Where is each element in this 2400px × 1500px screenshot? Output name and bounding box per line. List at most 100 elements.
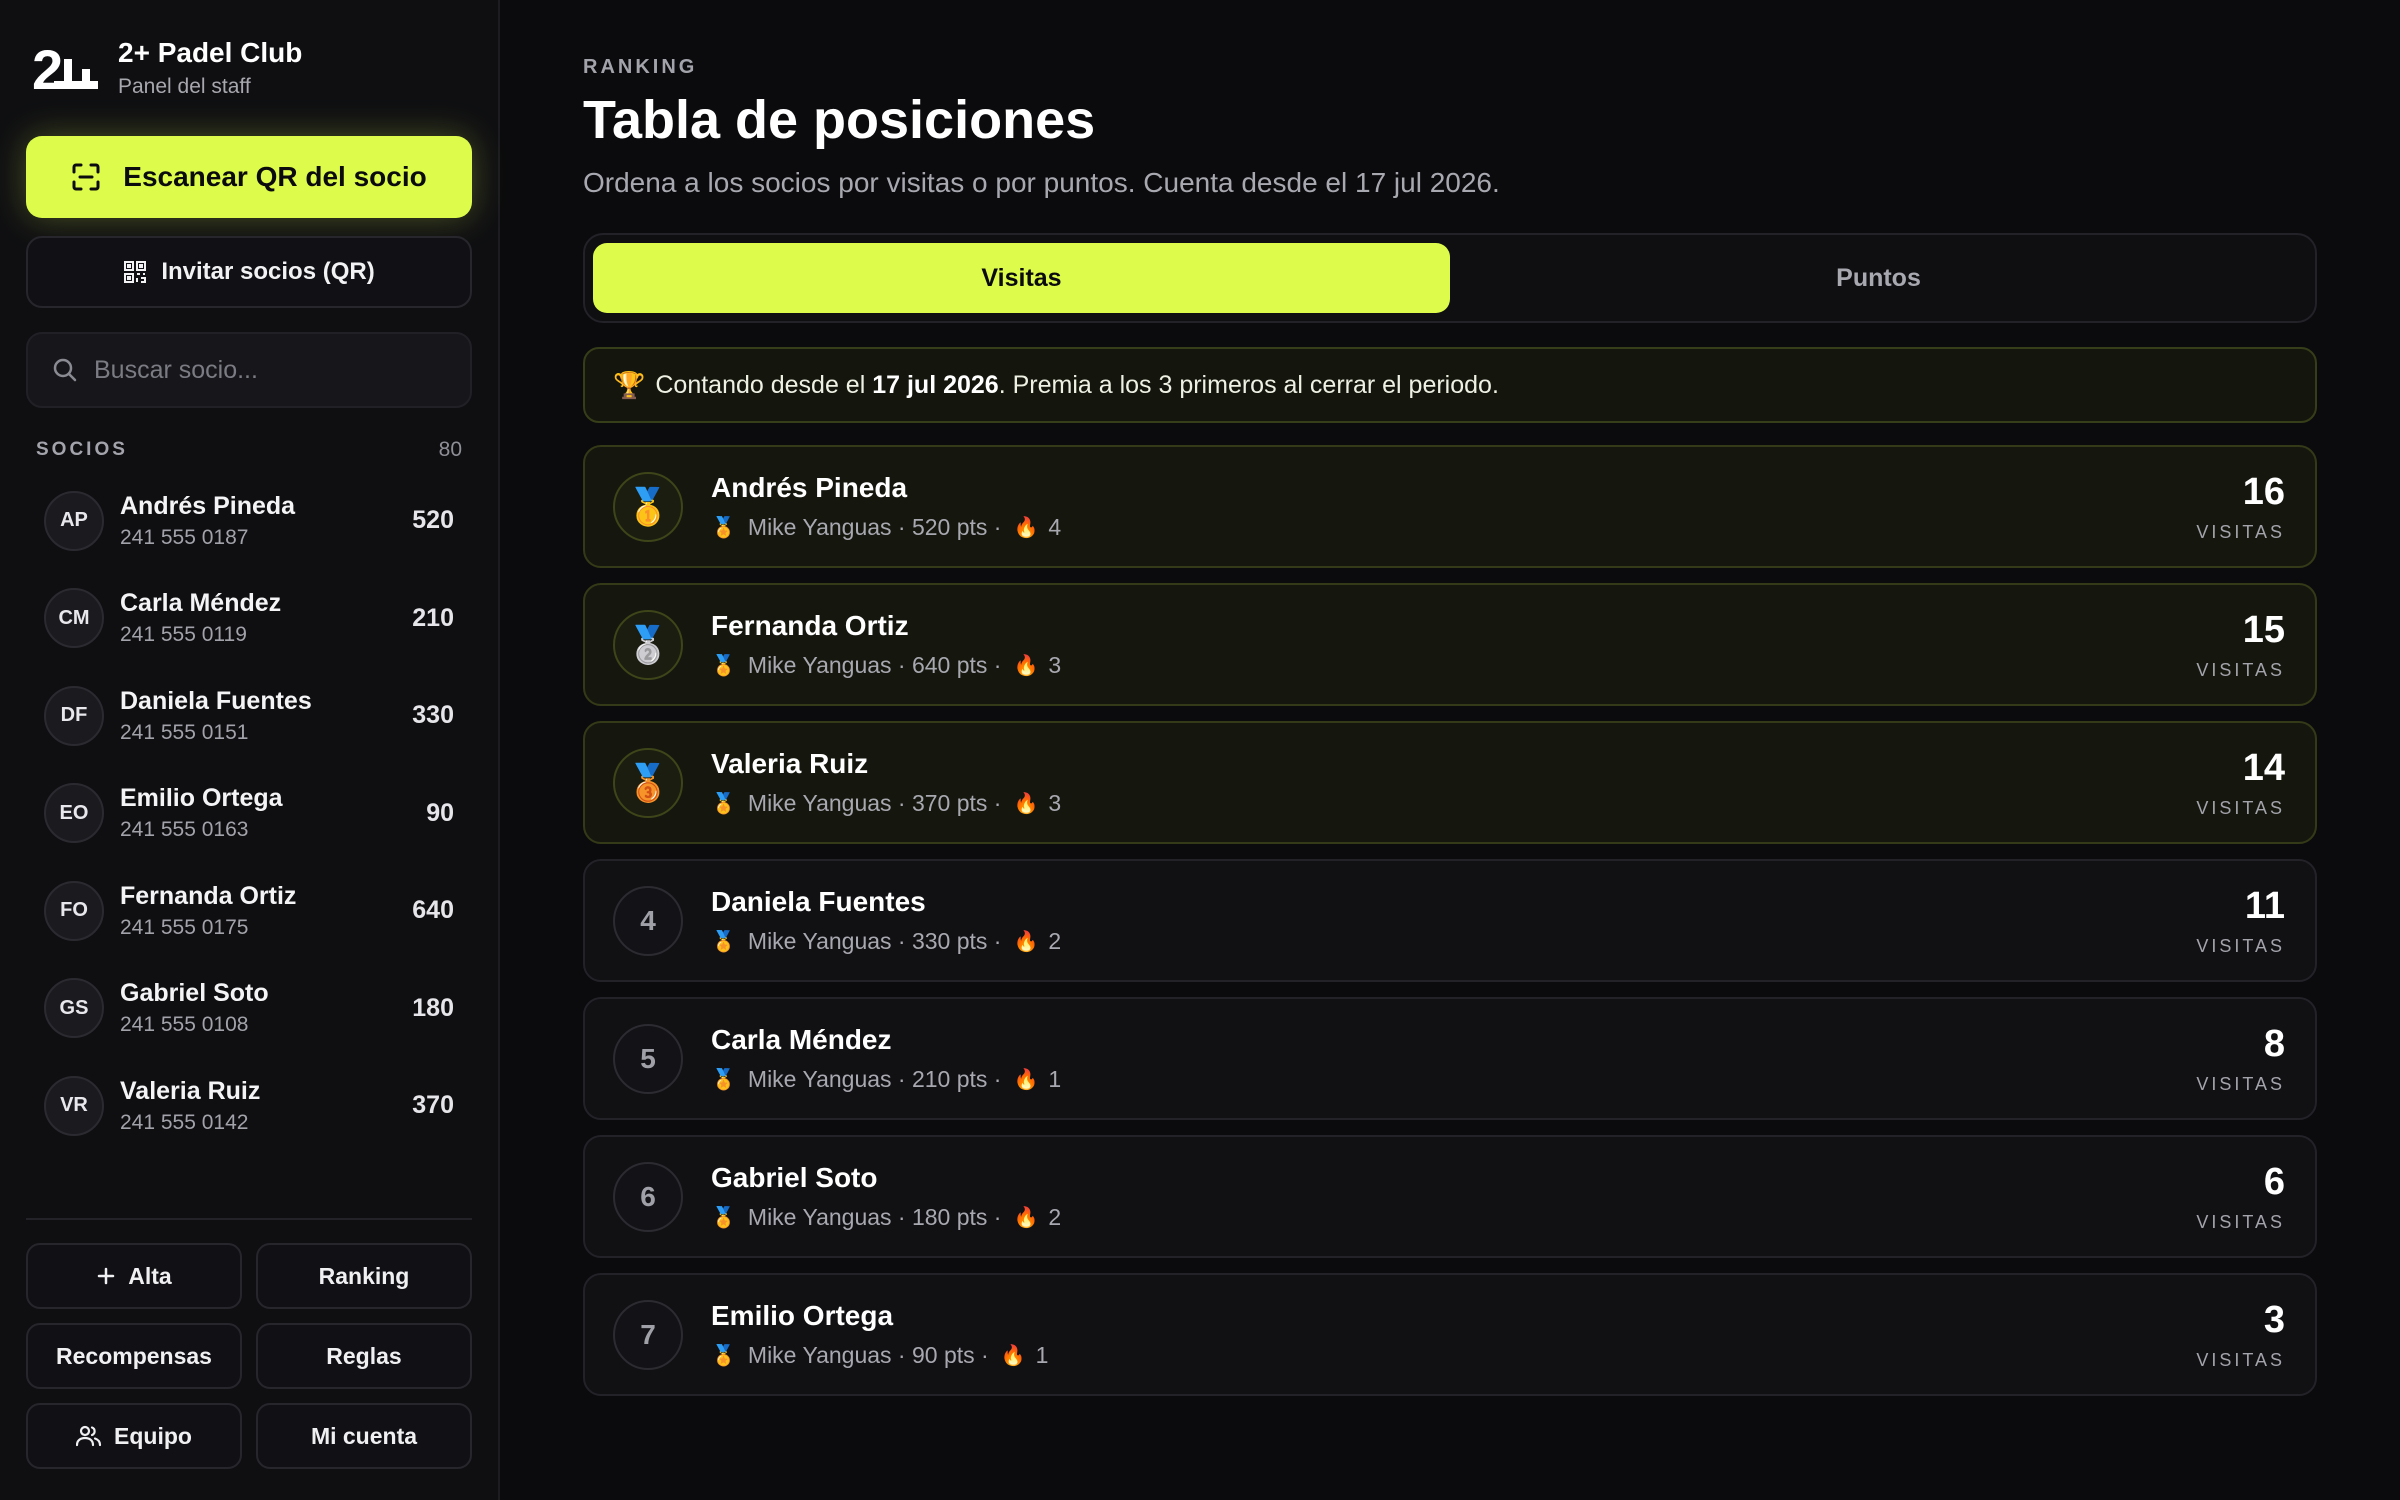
rank-streak: 1 <box>1035 1342 1049 1368</box>
member-list-item[interactable]: FO Fernanda Ortiz 241 555 0175 640 <box>26 862 472 960</box>
rank-info: Gabriel Soto 🏅 Mike Yanguas · 180 pts · … <box>711 1162 2196 1231</box>
rank-position: 7 <box>613 1299 683 1370</box>
rank-score: 16 VISITAS <box>2196 471 2285 543</box>
scan-icon <box>72 163 100 191</box>
visit-unit: VISITAS <box>2196 1073 2285 1094</box>
member-phone: 241 555 0119 <box>120 623 247 647</box>
member-points: 640 <box>412 896 454 925</box>
ranking-button[interactable]: Ranking <box>256 1243 472 1309</box>
member-info: Carla Méndez 241 555 0119 <box>120 589 412 647</box>
visit-unit: VISITAS <box>2196 1349 2285 1370</box>
ranking-row[interactable]: 5 Carla Méndez 🏅 Mike Yanguas · 210 pts … <box>583 997 2317 1120</box>
member-points: 180 <box>412 993 454 1022</box>
scan-qr-button[interactable]: Escanear QR del socio <box>26 136 472 218</box>
member-name: Valeria Ruiz <box>120 1076 261 1105</box>
rank-info: Fernanda Ortiz 🏅 Mike Yanguas · 640 pts … <box>711 610 2196 679</box>
brand-title: 2+ Padel Club <box>118 37 303 68</box>
fire-icon: 🔥 <box>1013 1069 1039 1091</box>
member-list-item[interactable]: CM Carla Méndez 241 555 0119 210 <box>26 570 472 668</box>
rank-meta: 🏅 Mike Yanguas · 640 pts · 🔥 3 <box>711 652 2196 679</box>
member-list-item[interactable]: AP Andrés Pineda 241 555 0187 520 <box>26 472 472 570</box>
mi-cuenta-label: Mi cuenta <box>310 1422 418 1449</box>
ranking-tabs: Visitas Puntos <box>583 233 2317 323</box>
fire-icon: 🔥 <box>1013 793 1039 815</box>
alta-button[interactable]: Alta <box>26 1243 242 1309</box>
team-icon <box>76 1425 102 1447</box>
member-list: AP Andrés Pineda 241 555 0187 520 CM Car… <box>26 472 472 1155</box>
visit-count: 6 <box>2263 1160 2285 1203</box>
member-phone: 241 555 0151 <box>120 720 249 744</box>
rank-score: 11 VISITAS <box>2196 885 2285 957</box>
tab-visitas[interactable]: Visitas <box>593 243 1450 313</box>
rank-streak: 3 <box>1048 652 1062 678</box>
member-info: Valeria Ruiz 241 555 0142 <box>120 1077 412 1135</box>
gold-medal-icon: 🥇 <box>625 485 671 527</box>
ranking-row[interactable]: 🥈 Fernanda Ortiz 🏅 Mike Yanguas · 640 pt… <box>583 583 2317 706</box>
qr-code-icon <box>124 261 147 283</box>
rank-meta-text: Mike Yanguas · 210 pts · <box>747 1066 1002 1092</box>
members-count: 80 <box>438 438 462 461</box>
avatar: VR <box>44 1075 104 1136</box>
reglas-button[interactable]: Reglas <box>256 1323 472 1389</box>
member-phone: 241 555 0108 <box>120 1013 249 1037</box>
visit-count: 3 <box>2263 1298 2285 1341</box>
rank-info: Daniela Fuentes 🏅 Mike Yanguas · 330 pts… <box>711 886 2196 955</box>
member-name: Fernanda Ortiz <box>120 881 297 910</box>
rank-streak: 2 <box>1048 928 1062 954</box>
rank-meta: 🏅 Mike Yanguas · 210 pts · 🔥 1 <box>711 1066 2196 1093</box>
rank-meta-text: Mike Yanguas · 370 pts · <box>747 790 1002 816</box>
banner-suffix: . Premia a los 3 primeros al cerrar el p… <box>998 370 1499 399</box>
invite-members-label: Invitar socios (QR) <box>161 258 375 285</box>
level-medal-icon: 🏅 <box>711 1345 736 1367</box>
member-list-item[interactable]: EO Emilio Ortega 241 555 0163 90 <box>26 765 472 863</box>
recompensas-label: Recompensas <box>56 1342 212 1369</box>
recompensas-button[interactable]: Recompensas <box>26 1323 242 1389</box>
rank-member-name: Fernanda Ortiz <box>711 610 909 641</box>
brand-subtitle: Panel del staff <box>118 75 251 98</box>
fire-icon: 🔥 <box>1013 1207 1039 1229</box>
ranking-label: Ranking <box>318 1262 410 1289</box>
members-header: SOCIOS 80 <box>26 438 472 462</box>
equipo-button[interactable]: Equipo <box>26 1403 242 1469</box>
level-medal-icon: 🏅 <box>711 1069 736 1091</box>
rank-position: 5 <box>613 1023 683 1094</box>
visit-unit: VISITAS <box>2196 935 2285 956</box>
ranking-row[interactable]: 🥇 Andrés Pineda 🏅 Mike Yanguas · 520 pts… <box>583 445 2317 568</box>
member-info: Daniela Fuentes 241 555 0151 <box>120 687 412 745</box>
rank-position: 4 <box>613 885 683 956</box>
ranking-row[interactable]: 🥉 Valeria Ruiz 🏅 Mike Yanguas · 370 pts … <box>583 721 2317 844</box>
rank-meta-text: Mike Yanguas · 330 pts · <box>747 928 1002 954</box>
member-list-item[interactable]: GS Gabriel Soto 241 555 0108 180 <box>26 960 472 1058</box>
ranking-row[interactable]: 7 Emilio Ortega 🏅 Mike Yanguas · 90 pts … <box>583 1273 2317 1396</box>
member-name: Andrés Pineda <box>120 491 296 520</box>
rank-member-name: Emilio Ortega <box>711 1300 894 1331</box>
rank-member-name: Daniela Fuentes <box>711 886 926 917</box>
avatar: DF <box>44 685 104 746</box>
rank-meta-text: Mike Yanguas · 640 pts · <box>747 652 1002 678</box>
level-medal-icon: 🏅 <box>711 1207 736 1229</box>
visit-unit: VISITAS <box>2196 1211 2285 1232</box>
rank-info: Valeria Ruiz 🏅 Mike Yanguas · 370 pts · … <box>711 748 2196 817</box>
rank-position: 6 <box>613 1161 683 1232</box>
visit-count: 15 <box>2242 608 2285 651</box>
member-name: Gabriel Soto <box>120 979 269 1008</box>
rank-score: 8 VISITAS <box>2196 1023 2285 1095</box>
rank-member-name: Valeria Ruiz <box>711 748 869 779</box>
search-input[interactable] <box>94 355 446 385</box>
ranking-row[interactable]: 4 Daniela Fuentes 🏅 Mike Yanguas · 330 p… <box>583 859 2317 982</box>
tab-puntos[interactable]: Puntos <box>1450 243 2307 313</box>
mi-cuenta-button[interactable]: Mi cuenta <box>256 1403 472 1469</box>
invite-members-button[interactable]: Invitar socios (QR) <box>26 236 472 308</box>
rank-score: 15 VISITAS <box>2196 609 2285 681</box>
member-list-item[interactable]: DF Daniela Fuentes 241 555 0151 330 <box>26 667 472 765</box>
sidebar-divider <box>26 1218 472 1220</box>
member-list-item[interactable]: VR Valeria Ruiz 241 555 0142 370 <box>26 1057 472 1155</box>
visit-unit: VISITAS <box>2196 521 2285 542</box>
trophy-icon: 🏆 <box>613 369 646 400</box>
member-info: Fernanda Ortiz 241 555 0175 <box>120 882 412 940</box>
rank-streak: 4 <box>1048 514 1062 540</box>
ranking-row[interactable]: 6 Gabriel Soto 🏅 Mike Yanguas · 180 pts … <box>583 1135 2317 1258</box>
section-eyebrow: RANKING <box>583 56 698 78</box>
rank-info: Andrés Pineda 🏅 Mike Yanguas · 520 pts ·… <box>711 472 2196 541</box>
rank-info: Emilio Ortega 🏅 Mike Yanguas · 90 pts · … <box>711 1300 2196 1369</box>
